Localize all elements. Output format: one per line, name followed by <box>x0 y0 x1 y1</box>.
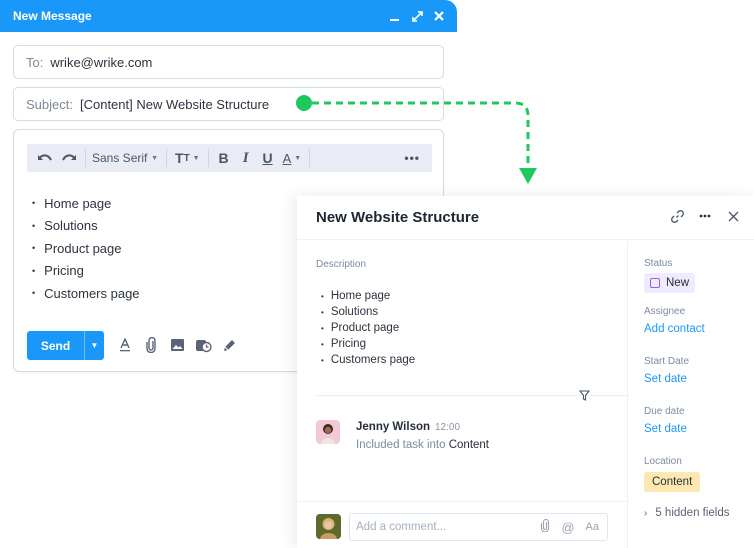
comment-bar: Add a comment... @ Aa <box>297 501 627 548</box>
compose-header: New Message <box>0 0 457 32</box>
text-size-icon[interactable]: TT ▼ <box>171 148 204 168</box>
activity-time: 12:00 <box>435 422 461 433</box>
list-item: Solutions <box>32 215 140 238</box>
send-button[interactable]: Send <box>27 331 84 360</box>
to-field[interactable]: To: wrike@wrike.com <box>13 45 444 79</box>
description-list[interactable]: Home page Solutions Product page Pricing… <box>321 288 415 368</box>
task-header: New Website Structure <box>297 196 754 240</box>
due-date-label: Due date <box>644 406 685 417</box>
set-start-date-link[interactable]: Set date <box>644 373 689 385</box>
status-field: Status New <box>644 258 696 293</box>
more-icon[interactable] <box>698 209 712 223</box>
activity-item: Jenny Wilson 12:00 Included task into Co… <box>316 420 616 460</box>
list-item: Home page <box>32 192 140 215</box>
location-field: Location Content <box>644 456 701 492</box>
avatar <box>316 420 340 444</box>
list-item: Pricing <box>32 260 140 283</box>
connector-arrowhead <box>519 168 537 184</box>
set-due-date-link[interactable]: Set date <box>644 423 687 435</box>
activity-target-link[interactable]: Content <box>449 439 489 451</box>
status-checkbox-icon <box>650 278 660 288</box>
status-label: Status <box>644 258 673 269</box>
list-item: Pricing <box>321 336 415 352</box>
mention-icon[interactable]: @ <box>561 520 574 535</box>
list-item: Solutions <box>321 304 415 320</box>
task-main: Description Home page Solutions Product … <box>297 241 627 548</box>
compose-title: New Message <box>13 9 92 23</box>
font-select[interactable]: Sans Serif ▼ <box>90 148 162 168</box>
more-icon[interactable]: ••• <box>400 148 424 168</box>
task-sidebar: Status New Assignee Add contact Start Da… <box>627 241 754 548</box>
message-body-list: Home page Solutions Product page Pricing… <box>32 192 140 305</box>
bold-icon[interactable]: B <box>213 148 235 168</box>
list-item: Customers page <box>32 282 139 305</box>
location-badge[interactable]: Content <box>644 472 701 492</box>
due-date-field: Due date Set date <box>644 406 687 435</box>
status-badge[interactable]: New <box>644 273 696 293</box>
text-color-icon[interactable]: A ▼ <box>279 148 306 168</box>
italic-icon[interactable]: I <box>235 148 257 168</box>
undo-icon[interactable] <box>33 148 57 168</box>
comment-placeholder: Add a comment... <box>356 521 447 533</box>
link-icon[interactable] <box>670 209 684 223</box>
compose-footer-tools <box>116 336 238 354</box>
image-icon[interactable] <box>168 336 186 354</box>
send-button-group: Send ▼ <box>27 331 104 360</box>
comment-input[interactable]: Add a comment... @ Aa <box>349 513 608 541</box>
subject-value[interactable]: [Content] New Website Structure <box>80 97 269 112</box>
list-item: Home page <box>321 288 415 304</box>
formatting-toolbar: Sans Serif ▼ TT ▼ B I U A ▼ ••• <box>27 144 432 172</box>
toolbar-divider <box>166 149 167 167</box>
underline-icon[interactable]: U <box>257 148 279 168</box>
location-label: Location <box>644 456 682 467</box>
format-text-icon[interactable] <box>116 336 134 354</box>
assignee-label: Assignee <box>644 306 686 317</box>
chevron-right-icon: › <box>644 507 648 519</box>
to-label: To: <box>26 54 44 70</box>
close-icon[interactable] <box>726 209 740 223</box>
send-options-button[interactable]: ▼ <box>84 331 104 360</box>
subject-label: Subject: <box>26 96 73 112</box>
avatar <box>316 514 341 539</box>
start-date-label: Start Date <box>644 356 690 367</box>
expand-icon[interactable] <box>411 10 423 22</box>
hidden-fields-toggle[interactable]: › 5 hidden fields <box>644 507 730 519</box>
schedule-icon[interactable] <box>194 336 212 354</box>
chevron-down-icon: ▼ <box>151 154 158 162</box>
minimize-icon[interactable] <box>389 10 401 22</box>
activity-text: Included task into Content <box>356 439 489 451</box>
assignee-field: Assignee Add contact <box>644 306 705 335</box>
list-item: Product page <box>32 237 140 260</box>
font-select-value: Sans Serif <box>92 151 148 165</box>
list-item: Product page <box>321 320 415 336</box>
list-item: Customers page <box>321 352 415 368</box>
toolbar-divider <box>309 149 311 167</box>
redo-icon[interactable] <box>57 148 81 168</box>
description-label: Description <box>316 259 367 270</box>
attach-icon[interactable] <box>142 336 160 354</box>
close-icon[interactable] <box>433 10 445 22</box>
toolbar-divider <box>207 149 209 167</box>
filter-icon[interactable] <box>577 388 591 402</box>
start-date-field: Start Date Set date <box>644 356 689 385</box>
to-value[interactable]: wrike@wrike.com <box>50 55 152 70</box>
format-text-icon[interactable]: Aa <box>586 521 599 533</box>
subject-field[interactable]: Subject: [Content] New Website Structure <box>13 87 444 121</box>
activity-author[interactable]: Jenny Wilson <box>356 421 430 433</box>
task-panel: New Website Structure Description Home p… <box>297 196 754 548</box>
add-contact-link[interactable]: Add contact <box>644 323 705 335</box>
toolbar-divider <box>85 149 86 167</box>
task-title: New Website Structure <box>316 209 480 226</box>
attach-icon[interactable] <box>540 518 550 535</box>
signature-icon[interactable] <box>220 336 238 354</box>
